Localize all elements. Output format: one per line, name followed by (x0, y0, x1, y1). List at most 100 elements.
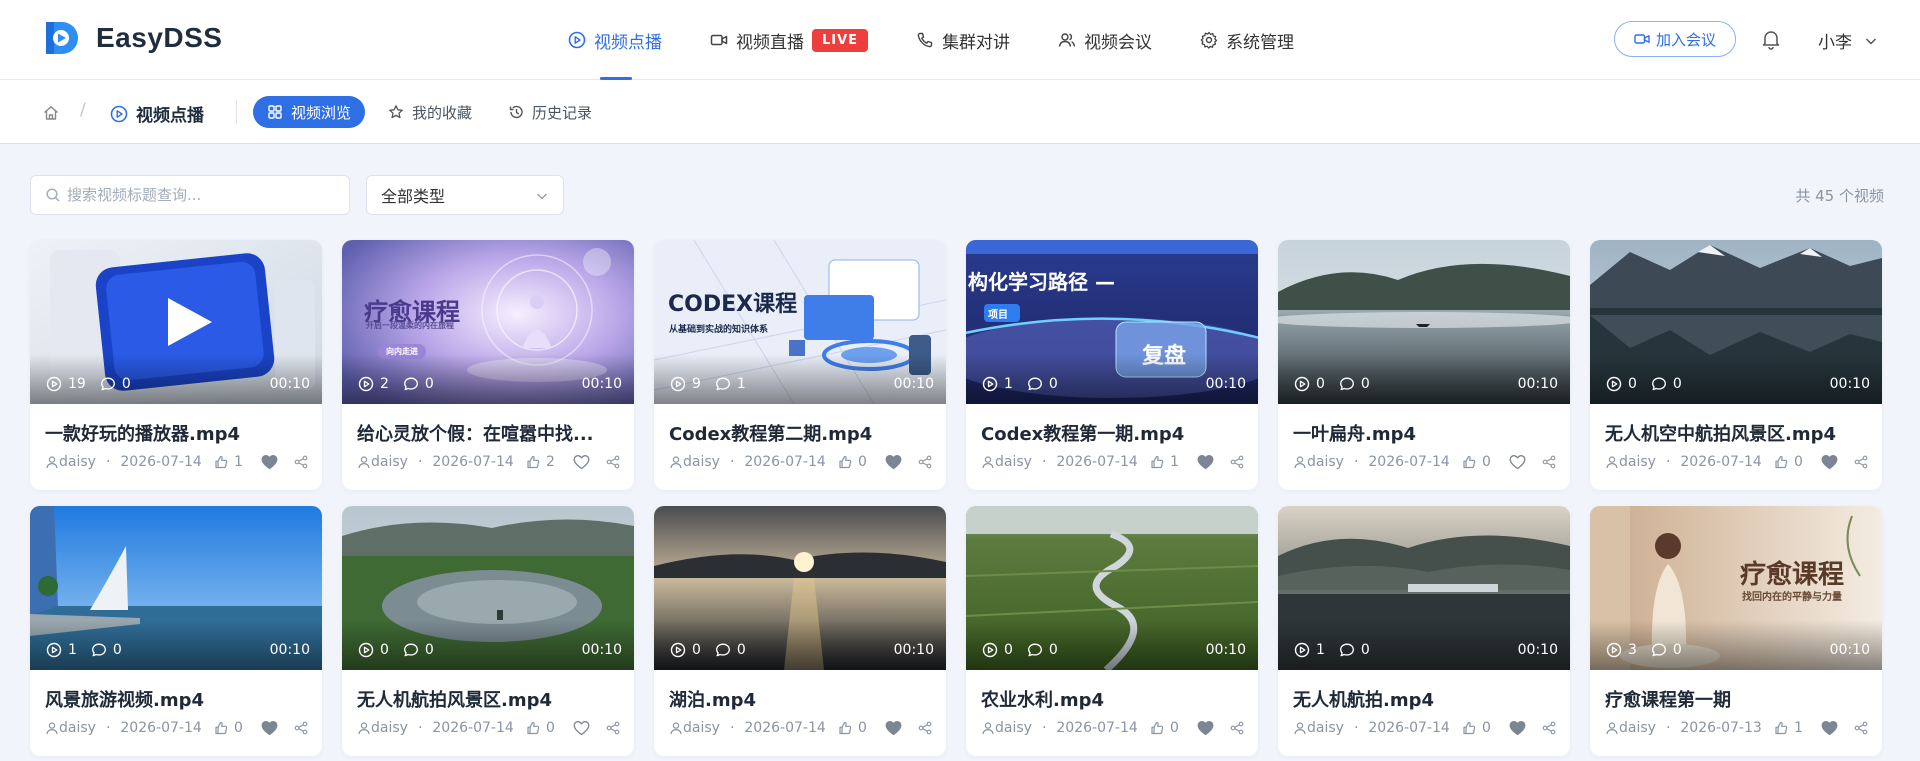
favorite-heart-icon[interactable] (1509, 454, 1526, 470)
like-button[interactable]: 1 (214, 454, 243, 470)
video-card[interactable]: 疗愈课程 找回内在的平静与力量 3 0 00:10 疗愈课程第一期 daisy ·… (1590, 506, 1882, 756)
favorite-heart-icon[interactable] (1197, 720, 1214, 736)
video-meta: daisy · 2026-07-14 0 (30, 716, 322, 740)
share-icon[interactable] (1854, 721, 1868, 735)
favorite-heart-icon[interactable] (573, 454, 590, 470)
video-title[interactable]: 一叶扁舟.mp4 (1278, 404, 1570, 444)
app-logo[interactable]: EasyDSS (40, 18, 222, 58)
favorite-heart-icon[interactable] (885, 454, 902, 470)
favorite-heart-icon[interactable] (261, 454, 278, 470)
share-icon[interactable] (294, 455, 308, 469)
home-icon[interactable] (42, 104, 60, 122)
video-title[interactable]: 疗愈课程第一期 (1590, 670, 1882, 710)
video-date: 2026-07-14 (120, 454, 202, 470)
video-thumbnail[interactable]: 0 0 00:10 (342, 506, 634, 670)
search-input[interactable] (67, 186, 337, 204)
comment-icon (1651, 377, 1666, 391)
video-card[interactable]: 1 0 00:10 无人机航拍.mp4 daisy · 2026-07-14 0 (1278, 506, 1570, 756)
video-title[interactable]: 给心灵放个假：在喧嚣中找... (342, 404, 634, 444)
sub-nav: / 视频点播 视频浏览 我的收藏 历史记录 (0, 80, 1920, 144)
share-icon[interactable] (606, 455, 620, 469)
play-count: 2 (380, 376, 389, 392)
user-menu[interactable]: 小李 (1818, 28, 1878, 53)
favorite-heart-icon[interactable] (1509, 720, 1526, 736)
video-card[interactable]: 0 0 00:10 无人机航拍风景区.mp4 daisy · 2026-07-1… (342, 506, 634, 756)
type-select[interactable]: 全部类型 (366, 175, 564, 215)
video-title[interactable]: 一款好玩的播放器.mp4 (30, 404, 322, 444)
favorite-heart-icon[interactable] (1821, 720, 1838, 736)
join-meeting-button[interactable]: 加入会议 (1614, 21, 1736, 57)
play-count-icon (1294, 642, 1310, 658)
video-thumbnail[interactable]: 疗愈课程 找回内在的平静与力量 3 0 00:10 (1590, 506, 1882, 670)
nav-item-system[interactable]: 系统管理 (1200, 0, 1294, 80)
like-button[interactable]: 1 (1150, 454, 1179, 470)
share-icon[interactable] (918, 721, 932, 735)
like-button[interactable]: 2 (526, 454, 555, 470)
like-button[interactable]: 0 (838, 720, 867, 736)
thumbnail-subtitle-text: 开启一段温柔的内在旅程 (366, 321, 454, 330)
like-button[interactable]: 0 (1774, 454, 1803, 470)
video-card[interactable]: 疗愈课程 开启一段温柔的内在旅程 向内走进 2 0 00:10 给心灵放个假：在喧嚣… (342, 240, 634, 490)
share-icon[interactable] (1854, 455, 1868, 469)
bell-icon[interactable] (1760, 28, 1782, 50)
video-thumbnail[interactable]: 19 0 00:10 (30, 240, 322, 404)
favorite-heart-icon[interactable] (573, 720, 590, 736)
video-title[interactable]: 无人机空中航拍风景区.mp4 (1590, 404, 1882, 444)
like-button[interactable]: 0 (838, 454, 867, 470)
nav-item-meeting[interactable]: 视频会议 (1058, 0, 1152, 80)
video-card[interactable]: 0 0 00:10 无人机空中航拍风景区.mp4 daisy · 2026-07… (1590, 240, 1882, 490)
video-thumbnail[interactable]: 疗愈课程 开启一段温柔的内在旅程 向内走进 2 0 00:10 (342, 240, 634, 404)
video-title[interactable]: 无人机航拍风景区.mp4 (342, 670, 634, 710)
favorite-heart-icon[interactable] (1821, 454, 1838, 470)
share-icon[interactable] (1542, 455, 1556, 469)
share-icon[interactable] (918, 455, 932, 469)
video-thumbnail[interactable]: 0 0 00:10 (966, 506, 1258, 670)
share-icon[interactable] (1230, 721, 1244, 735)
like-button[interactable]: 1 (1774, 720, 1803, 736)
share-icon[interactable] (1230, 455, 1244, 469)
nav-item-live[interactable]: 视频直播 LIVE (710, 0, 869, 80)
video-card[interactable]: CODEX课程 从基础到实战的知识体系 9 1 00:10 Codex教程第二期.… (654, 240, 946, 490)
comment-icon (1339, 643, 1354, 657)
favorite-heart-icon[interactable] (885, 720, 902, 736)
video-title[interactable]: 湖泊.mp4 (654, 670, 946, 710)
video-title[interactable]: Codex教程第二期.mp4 (654, 404, 946, 444)
video-title[interactable]: 农业水利.mp4 (966, 670, 1258, 710)
like-button[interactable]: 0 (1462, 720, 1491, 736)
video-thumbnail[interactable]: 0 0 00:10 (654, 506, 946, 670)
search-box[interactable] (30, 175, 350, 215)
tab-browse[interactable]: 视频浏览 (253, 96, 366, 128)
video-card[interactable]: 构化学习路径 —项目复盘 1 0 00:10 Codex教程第一期.mp4 da… (966, 240, 1258, 490)
nav-item-intercom[interactable]: 集群对讲 (916, 0, 1010, 80)
like-button[interactable]: 0 (1462, 454, 1491, 470)
share-icon[interactable] (294, 721, 308, 735)
video-title[interactable]: 无人机航拍.mp4 (1278, 670, 1570, 710)
share-icon[interactable] (606, 721, 620, 735)
tab-favorites[interactable]: 我的收藏 (388, 96, 472, 128)
meta-separator: · (1041, 720, 1047, 736)
like-button[interactable]: 0 (1150, 720, 1179, 736)
video-title[interactable]: 风景旅游视频.mp4 (30, 670, 322, 710)
tab-history[interactable]: 历史记录 (508, 96, 592, 128)
favorite-heart-icon[interactable] (1197, 454, 1214, 470)
video-thumbnail[interactable]: 1 0 00:10 (1278, 506, 1570, 670)
video-card[interactable]: 0 0 00:10 一叶扁舟.mp4 daisy · 2026-07-14 0 (1278, 240, 1570, 490)
video-title[interactable]: Codex教程第一期.mp4 (966, 404, 1258, 444)
video-thumbnail[interactable]: 0 0 00:10 (1278, 240, 1570, 404)
video-card[interactable]: 1 0 00:10 风景旅游视频.mp4 daisy · 2026-07-14 … (30, 506, 322, 756)
favorite-heart-icon[interactable] (261, 720, 278, 736)
video-thumbnail[interactable]: 1 0 00:10 (30, 506, 322, 670)
share-icon[interactable] (1542, 721, 1556, 735)
like-button[interactable]: 0 (214, 720, 243, 736)
video-thumbnail[interactable]: CODEX课程 从基础到实战的知识体系 9 1 00:10 (654, 240, 946, 404)
video-date: 2026-07-13 (1680, 720, 1762, 736)
like-button[interactable]: 0 (526, 720, 555, 736)
video-author: daisy (1307, 454, 1344, 470)
video-card[interactable]: 0 0 00:10 湖泊.mp4 daisy · 2026-07-14 0 (654, 506, 946, 756)
video-thumbnail[interactable]: 构化学习路径 —项目复盘 1 0 00:10 (966, 240, 1258, 404)
video-card[interactable]: 19 0 00:10 一款好玩的播放器.mp4 daisy · 2026-07-… (30, 240, 322, 490)
video-card[interactable]: 0 0 00:10 农业水利.mp4 daisy · 2026-07-14 0 (966, 506, 1258, 756)
meta-separator: · (1665, 720, 1671, 736)
nav-item-vod[interactable]: 视频点播 (568, 0, 662, 80)
video-thumbnail[interactable]: 0 0 00:10 (1590, 240, 1882, 404)
